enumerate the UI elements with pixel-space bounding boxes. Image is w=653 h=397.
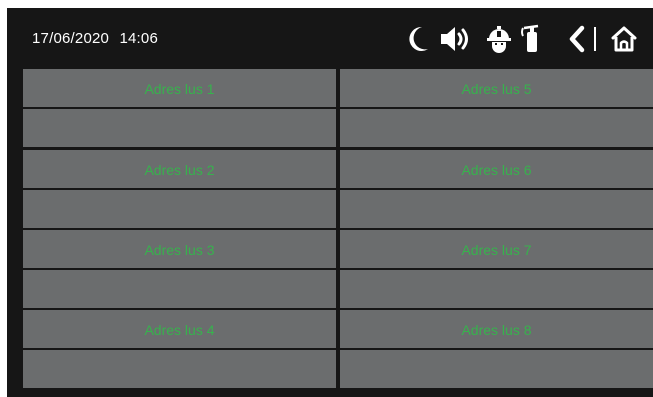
address-button-3[interactable]: Adres lus 3 xyxy=(23,230,336,268)
address-label: Adres lus 6 xyxy=(461,162,532,178)
address-label: Adres lus 3 xyxy=(144,242,215,258)
datetime: 17/06/2020 14:06 xyxy=(32,30,164,47)
address-detail-8 xyxy=(340,350,653,388)
address-grid: Adres lus 1 Adres lus 2 Adres lus 3 Adre… xyxy=(23,69,653,389)
address-button-6[interactable]: Adres lus 6 xyxy=(340,150,653,188)
address-button-4[interactable]: Adres lus 4 xyxy=(23,310,336,348)
address-button-1[interactable]: Adres lus 1 xyxy=(23,69,336,107)
address-detail-5 xyxy=(340,109,653,147)
address-button-5[interactable]: Adres lus 5 xyxy=(340,69,653,107)
address-detail-6 xyxy=(340,190,653,228)
address-detail-7 xyxy=(340,270,653,308)
address-button-8[interactable]: Adres lus 8 xyxy=(340,310,653,348)
back-chevron-icon[interactable] xyxy=(567,24,587,54)
fire-extinguisher-icon[interactable] xyxy=(520,24,544,54)
address-label: Adres lus 2 xyxy=(144,162,215,178)
address-button-2[interactable]: Adres lus 2 xyxy=(23,150,336,188)
address-label: Adres lus 7 xyxy=(461,242,532,258)
address-detail-1 xyxy=(23,109,336,147)
moon-icon[interactable] xyxy=(406,24,430,54)
address-detail-2 xyxy=(23,190,336,228)
speaker-icon[interactable] xyxy=(439,24,471,54)
home-icon[interactable] xyxy=(610,24,638,54)
firefighter-helmet-icon[interactable] xyxy=(486,24,512,54)
address-detail-4 xyxy=(23,350,336,388)
device-screen: 17/06/2020 14:06 Adres lus 1 Adres lus 2… xyxy=(7,8,653,397)
time-label: 14:06 xyxy=(119,30,158,47)
status-bar: 17/06/2020 14:06 xyxy=(7,8,653,69)
address-detail-3 xyxy=(23,270,336,308)
address-label: Adres lus 5 xyxy=(461,81,532,97)
address-label: Adres lus 8 xyxy=(461,322,532,338)
address-label: Adres lus 1 xyxy=(144,81,215,97)
address-label: Adres lus 4 xyxy=(144,322,215,338)
date-label: 17/06/2020 xyxy=(32,30,110,47)
status-divider xyxy=(594,27,596,51)
address-button-7[interactable]: Adres lus 7 xyxy=(340,230,653,268)
